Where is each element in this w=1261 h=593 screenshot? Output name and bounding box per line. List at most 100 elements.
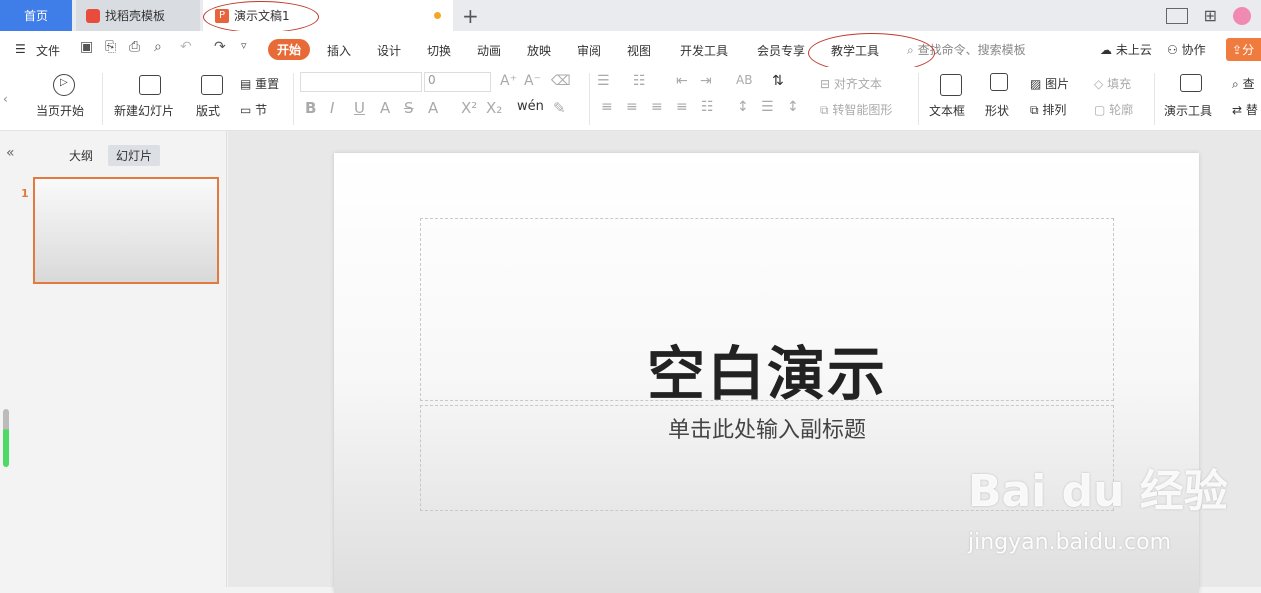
export-pdf-icon[interactable]: ⎘ [105, 39, 116, 55]
tab-slides[interactable]: 幻灯片 [108, 145, 161, 166]
menu-view[interactable]: 视图 [627, 42, 651, 59]
underline-icon[interactable]: U [354, 99, 365, 117]
menu-member[interactable]: 会员专享 [757, 42, 805, 59]
cloud-status[interactable]: ☁ 未上云 [1100, 41, 1152, 58]
find-button[interactable]: ⌕ 查 [1232, 75, 1255, 92]
layout-icon[interactable] [201, 75, 223, 95]
highlight-icon[interactable]: ✎ [553, 99, 566, 117]
apps-grid-icon[interactable]: ⊞ [1204, 6, 1217, 25]
menu-design[interactable]: 设计 [377, 42, 401, 59]
text-box-format-icon[interactable]: AB [736, 73, 752, 87]
play-current-button[interactable]: 当页开始 [36, 102, 84, 119]
collapse-panel-icon[interactable]: « [6, 145, 15, 161]
outline-button[interactable]: ▢ 轮廓 [1094, 101, 1133, 118]
ribbon-divider [918, 73, 919, 125]
presentation-tools-button[interactable]: 演示工具 [1164, 102, 1212, 119]
increase-indent-icon[interactable]: ⇥ [700, 73, 712, 89]
section-button[interactable]: ▭ 节 [240, 101, 267, 118]
font-size-select[interactable]: 0 [424, 72, 491, 92]
distribute-icon[interactable]: ☷ [701, 99, 714, 115]
menu-slideshow[interactable]: 放映 [527, 42, 551, 59]
align-text-button[interactable]: ⊟ 对齐文本 [820, 75, 882, 92]
find-icon: ⌕ [1232, 77, 1239, 91]
font-grow-icon[interactable]: A⁺ [500, 73, 517, 89]
menu-file[interactable]: 文件 [36, 42, 60, 59]
ribbon-scroll-left-icon[interactable]: ‹ [3, 92, 8, 106]
font-family-select[interactable] [300, 72, 422, 92]
save-icon[interactable]: ▣ [80, 39, 93, 55]
search-icon: ⌕ [907, 43, 914, 57]
font-color-icon[interactable]: A [428, 99, 438, 117]
column-spacing-icon[interactable]: ↕ [787, 99, 799, 115]
shape-icon[interactable] [990, 73, 1008, 91]
ribbon-divider [102, 73, 103, 125]
menu-insert[interactable]: 插入 [327, 42, 351, 59]
new-slide-icon[interactable] [139, 75, 161, 95]
redo-icon[interactable]: ↷ [214, 39, 226, 55]
avatar[interactable] [1233, 6, 1251, 25]
textbox-button[interactable]: 文本框 [929, 102, 965, 119]
fill-button[interactable]: ◇ 填充 [1094, 75, 1131, 92]
tab-outline[interactable]: 大纲 [61, 145, 101, 166]
title-placeholder[interactable]: 空白演示 [420, 218, 1114, 408]
italic-icon[interactable]: I [330, 99, 334, 117]
paragraph-spacing-icon[interactable]: ☰ [761, 99, 774, 115]
align-right-icon[interactable]: ≡ [651, 99, 663, 115]
align-left-icon[interactable]: ≡ [601, 99, 613, 115]
command-search[interactable]: ⌕ 查找命令、搜索模板 [907, 41, 1026, 58]
bullet-list-icon[interactable]: ☰ [597, 73, 610, 89]
tab-home[interactable]: 首页 [0, 0, 72, 31]
shape-button[interactable]: 形状 [985, 102, 1009, 119]
window-controls: ⊞ [1165, 6, 1251, 25]
picture-label: 图片 [1045, 77, 1070, 91]
justify-icon[interactable]: ≡ [676, 99, 688, 115]
arrange-button[interactable]: ⧉ 排列 [1030, 101, 1066, 118]
line-spacing-icon[interactable]: ↕ [737, 99, 749, 115]
menu-animation[interactable]: 动画 [477, 42, 501, 59]
play-triangle-icon: ▷ [60, 77, 68, 88]
layout-button[interactable]: 版式 [196, 102, 220, 119]
slide[interactable]: 空白演示 单击此处输入副标题 [334, 153, 1199, 593]
replace-button[interactable]: ⇄ 替 [1232, 101, 1258, 118]
customize-dropdown-icon[interactable]: ▿ [241, 39, 247, 52]
print-icon[interactable]: ⎙ [129, 39, 140, 55]
share-button[interactable]: ⇪ 分 [1226, 38, 1261, 61]
clear-format-icon[interactable]: ⌫ [551, 73, 571, 89]
cloud-icon: ☁ [1100, 43, 1112, 57]
align-center-icon[interactable]: ≡ [626, 99, 638, 115]
picture-button[interactable]: ▨ 图片 [1030, 75, 1069, 92]
bold-icon[interactable]: B [305, 99, 316, 117]
font-shrink-icon[interactable]: A⁻ [524, 73, 541, 89]
shadow-icon[interactable]: A [380, 99, 390, 117]
tab-template[interactable]: 找稻壳模板 [76, 0, 200, 31]
collab-button[interactable]: ⚇ 协作 [1167, 41, 1206, 58]
superscript-icon[interactable]: X² [461, 99, 477, 117]
text-direction-icon[interactable]: ⇅ [772, 73, 784, 89]
decrease-indent-icon[interactable]: ⇤ [676, 73, 688, 89]
pinyin-guide-icon[interactable]: wén [517, 99, 544, 114]
menu-review[interactable]: 审阅 [577, 42, 601, 59]
undo-icon[interactable]: ↶ [180, 39, 192, 55]
tab-document[interactable]: P 演示文稿1 [203, 0, 453, 31]
menu-home[interactable]: 开始 [268, 39, 310, 60]
strikethrough-icon[interactable]: S [404, 99, 414, 117]
textbox-icon[interactable] [940, 74, 962, 96]
slide-thumbnail[interactable] [33, 177, 219, 284]
numbered-list-icon[interactable]: ☷ [633, 73, 646, 89]
layout-icon[interactable] [1165, 7, 1188, 24]
menu-developer[interactable]: 开发工具 [680, 42, 728, 59]
smart-graphic-button[interactable]: ⧉ 转智能图形 [820, 101, 892, 118]
new-slide-button[interactable]: 新建幻灯片 [114, 102, 174, 119]
hamburger-icon[interactable]: ☰ [15, 42, 26, 56]
subscript-icon[interactable]: X₂ [486, 99, 502, 117]
ribbon-divider [589, 73, 590, 125]
menu-bar: ☰ 文件 ▣ ⎘ ⎙ ⌕ ↶ ↷ ▿ 开始 插入 设计 切换 动画 放映 审阅 … [0, 31, 1261, 67]
outline-icon: ▢ [1094, 103, 1106, 117]
reset-button[interactable]: ▤ 重置 [240, 75, 279, 92]
menu-transition[interactable]: 切换 [427, 42, 451, 59]
menu-teaching-tools[interactable]: 教学工具 [831, 42, 879, 59]
print-preview-icon[interactable]: ⌕ [154, 39, 162, 55]
new-tab-button[interactable]: + [462, 4, 479, 28]
panel-scrollbar[interactable] [3, 409, 9, 467]
presentation-tools-icon[interactable] [1180, 74, 1202, 92]
